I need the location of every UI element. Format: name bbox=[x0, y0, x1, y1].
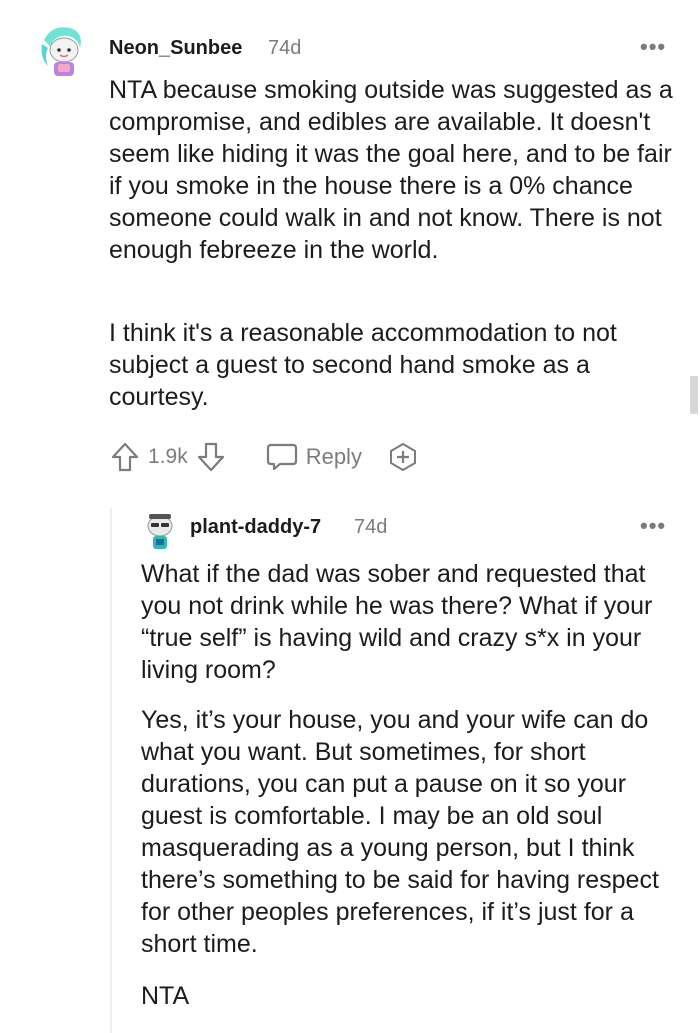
comment-age: 74d bbox=[268, 37, 302, 59]
more-options-button[interactable]: ••• bbox=[640, 515, 666, 537]
comment-paragraph: NTA bbox=[141, 982, 190, 1010]
username[interactable]: Neon_Sunbee bbox=[109, 37, 242, 60]
user-avatar[interactable] bbox=[34, 22, 90, 78]
scrollbar-thumb[interactable] bbox=[690, 376, 698, 414]
snoo-avatar-icon bbox=[143, 511, 177, 551]
comment-paragraph: What if the dad was sober and requested … bbox=[141, 560, 653, 684]
comment-age: 74d bbox=[354, 516, 388, 538]
comment-actions: 1.9k Reply bbox=[110, 440, 418, 474]
reply-icon bbox=[266, 442, 298, 472]
comment-paragraph: I think it's a reasonable accommodation … bbox=[109, 319, 617, 411]
downvote-icon[interactable] bbox=[196, 441, 226, 473]
reply-label: Reply bbox=[305, 444, 362, 469]
reply-button[interactable]: Reply bbox=[266, 442, 362, 472]
award-icon[interactable] bbox=[388, 442, 418, 472]
upvote-icon[interactable] bbox=[110, 441, 140, 473]
thread-line[interactable] bbox=[110, 508, 112, 1033]
comment-paragraph: Yes, it’s your house, you and your wife … bbox=[141, 706, 659, 958]
user-avatar[interactable] bbox=[143, 511, 177, 551]
vote-count: 1.9k bbox=[148, 445, 188, 468]
more-options-button[interactable]: ••• bbox=[640, 36, 666, 58]
username[interactable]: plant-daddy-7 bbox=[190, 516, 321, 539]
comment-paragraph: NTA because smoking outside was suggeste… bbox=[109, 76, 673, 264]
snoo-avatar-icon bbox=[34, 22, 90, 78]
